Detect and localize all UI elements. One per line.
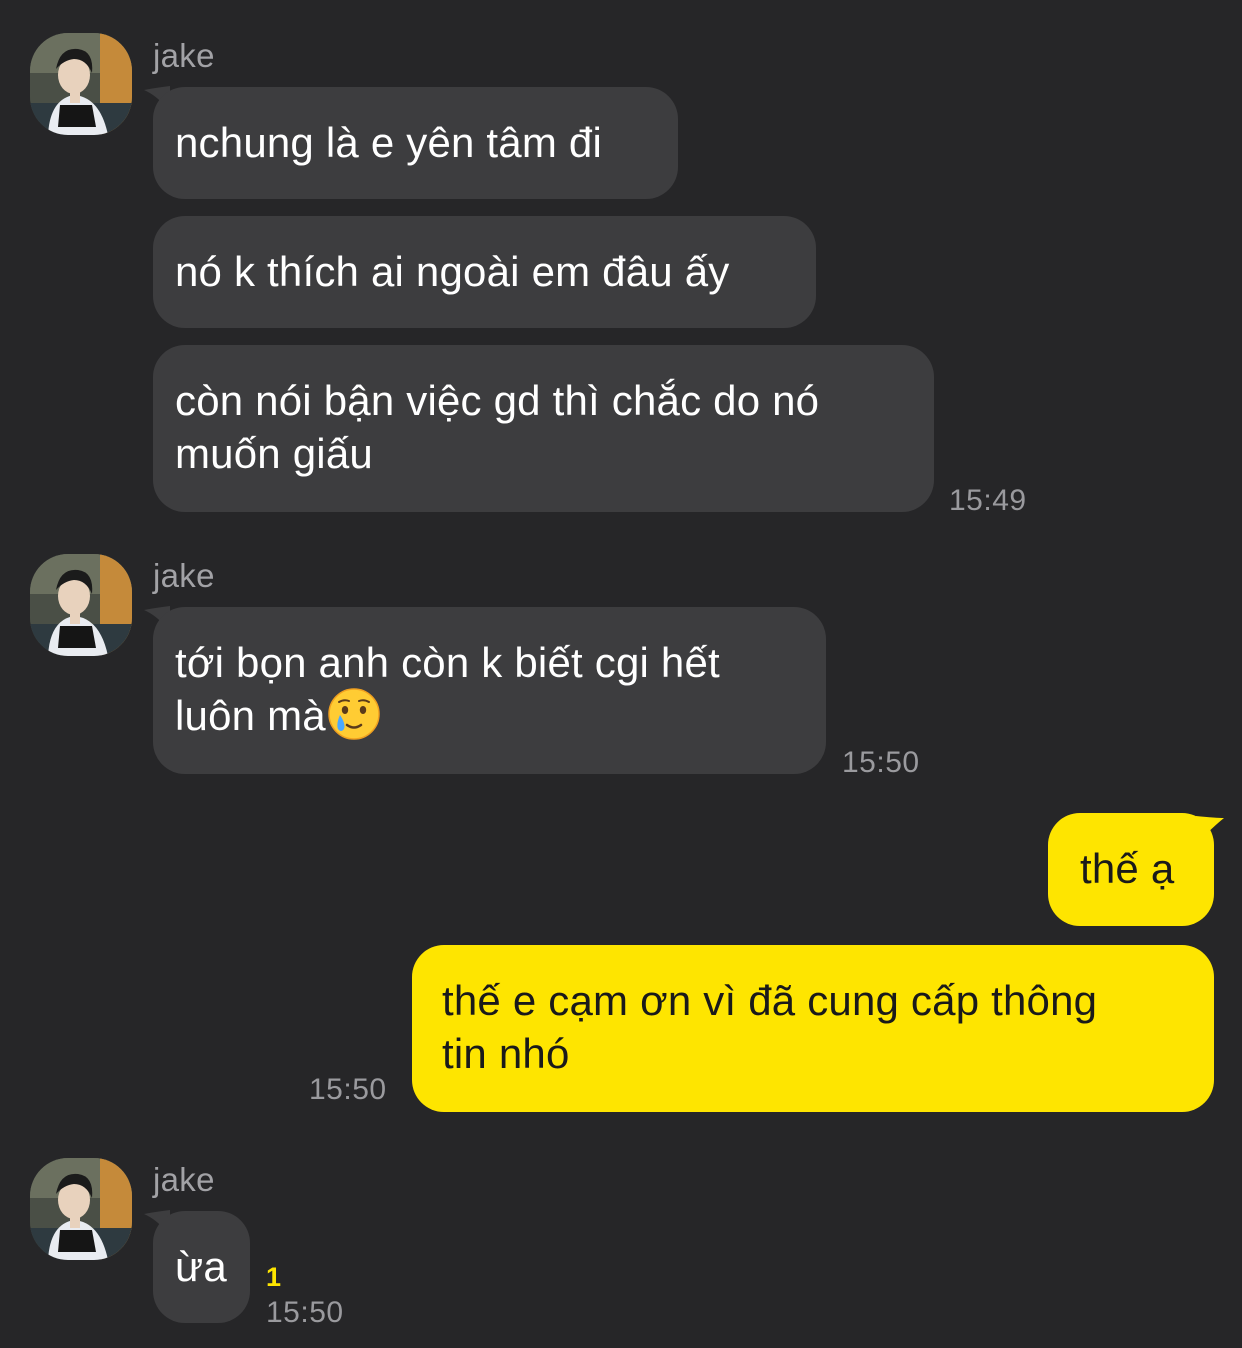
- message-text-line: tin nhó: [442, 1030, 570, 1077]
- message-timestamp: 15:49: [949, 484, 1027, 517]
- sender-name[interactable]: jake: [153, 36, 215, 76]
- message-text: thế ạ: [1080, 845, 1175, 892]
- message-timestamp: 15:50: [842, 746, 920, 779]
- avatar-photo-icon: [30, 554, 132, 656]
- unread-count-badge: 1: [266, 1262, 282, 1292]
- message-text: nchung là e yên tâm đi: [175, 119, 603, 166]
- message-text-line: còn nói bận việc gd thì chắc do nó: [175, 377, 820, 424]
- message-bubble[interactable]: thế ạ: [1048, 813, 1214, 926]
- message-bubble[interactable]: thế e cạm ơn vì đã cung cấp thông tin nh…: [412, 945, 1214, 1112]
- message-bubble[interactable]: nchung là e yên tâm đi: [153, 87, 678, 199]
- sender-name[interactable]: jake: [153, 1160, 215, 1200]
- avatar[interactable]: [30, 33, 132, 135]
- message-timestamp: 15:50: [309, 1073, 387, 1106]
- message-bubble[interactable]: còn nói bận việc gd thì chắc do nó muốn …: [153, 345, 934, 512]
- avatar[interactable]: [30, 554, 132, 656]
- message-text: nó k thích ai ngoài em đâu ấy: [175, 248, 730, 295]
- avatar-photo-icon: [30, 33, 132, 135]
- message-text-line: luôn mà: [175, 692, 326, 739]
- message-text-line: tới bọn anh còn k biết cgi hết: [175, 639, 720, 686]
- message-bubble[interactable]: ừa: [153, 1211, 250, 1323]
- message-text-line: thế e cạm ơn vì đã cung cấp thông: [442, 977, 1098, 1024]
- crying-smile-emoji-icon: [326, 688, 382, 742]
- message-timestamp: 15:50: [266, 1296, 344, 1329]
- avatar-photo-icon: [30, 1158, 132, 1260]
- message-text-line: muốn giấu: [175, 430, 373, 477]
- message-bubble[interactable]: tới bọn anh còn k biết cgi hết luôn mà: [153, 607, 826, 774]
- avatar[interactable]: [30, 1158, 132, 1260]
- message-text: ừa: [175, 1243, 227, 1290]
- sender-name[interactable]: jake: [153, 556, 215, 596]
- message-bubble[interactable]: nó k thích ai ngoài em đâu ấy: [153, 216, 816, 328]
